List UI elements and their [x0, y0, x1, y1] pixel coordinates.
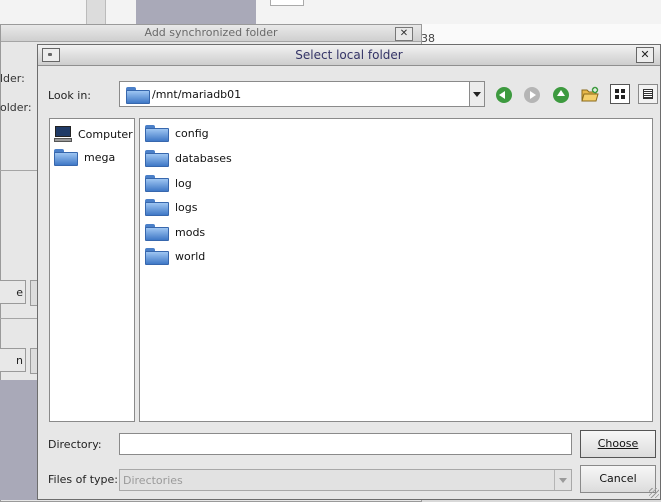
- folder-name: mods: [175, 225, 206, 239]
- window-menu-icon[interactable]: [42, 48, 60, 62]
- background-divider: [0, 318, 38, 319]
- list-view-button[interactable]: [638, 84, 658, 104]
- cancel-button[interactable]: Cancel: [580, 465, 656, 493]
- folder-icon: [54, 148, 78, 166]
- folder-name: config: [175, 126, 209, 140]
- folder-icon: [145, 223, 169, 241]
- forward-arrow-icon[interactable]: [524, 87, 540, 103]
- background-button-fragment[interactable]: e: [0, 280, 26, 304]
- background-window-right: 038: [414, 24, 661, 45]
- folder-icon: [145, 247, 169, 265]
- list-item[interactable]: world: [145, 246, 205, 266]
- look-in-label: Look in:: [48, 89, 91, 102]
- background-button: [270, 0, 304, 6]
- background-strip: [86, 0, 106, 26]
- folder-list: config databases log logs mods world: [139, 118, 653, 422]
- chevron-down-icon: [554, 470, 571, 490]
- files-of-type-label: Files of type:: [48, 473, 119, 486]
- folder-name: logs: [175, 200, 198, 214]
- folder-icon: [126, 86, 150, 104]
- list-item[interactable]: databases: [145, 148, 232, 168]
- new-folder-icon[interactable]: [581, 86, 599, 103]
- look-in-combobox[interactable]: /mnt/mariadb01: [119, 81, 485, 107]
- resize-grip-icon[interactable]: [649, 488, 659, 498]
- parent-folder-up-icon[interactable]: [553, 87, 569, 103]
- chevron-down-icon[interactable]: [469, 82, 484, 106]
- files-of-type-select[interactable]: Directories: [119, 469, 572, 491]
- folder-icon: [145, 174, 169, 192]
- list-item[interactable]: config: [145, 123, 209, 143]
- back-arrow-icon[interactable]: [496, 87, 512, 103]
- place-item-computer[interactable]: Computer: [54, 124, 133, 144]
- list-item[interactable]: log: [145, 173, 192, 193]
- current-path: /mnt/mariadb01: [152, 88, 242, 101]
- folder-icon: [145, 124, 169, 142]
- list-item[interactable]: mods: [145, 222, 205, 242]
- background-button-fragment[interactable]: n: [0, 348, 26, 372]
- dialog-close-button[interactable]: ✕: [636, 47, 654, 63]
- background-label-fragment: lder:: [0, 72, 25, 85]
- folder-icon: [145, 149, 169, 167]
- dialog-title: Select local folder: [38, 45, 660, 66]
- folder-name: databases: [175, 151, 232, 165]
- background-divider: [0, 170, 38, 171]
- files-of-type-value: Directories: [123, 474, 183, 487]
- place-label: mega: [84, 150, 116, 164]
- place-item-mega[interactable]: mega: [54, 147, 115, 167]
- folder-name: world: [175, 249, 206, 263]
- background-strip-blue: [136, 0, 256, 26]
- folder-icon: [145, 198, 169, 216]
- add-window-close-button[interactable]: ✕: [395, 27, 413, 41]
- choose-button-label: Choose: [597, 437, 639, 450]
- place-label: Computer: [78, 127, 133, 141]
- places-sidebar: Computer mega: [49, 118, 135, 422]
- background-desktop: [0, 380, 38, 500]
- computer-icon: [54, 126, 72, 142]
- directory-label: Directory:: [48, 438, 102, 451]
- choose-button[interactable]: Choose: [580, 430, 656, 458]
- directory-input[interactable]: [119, 433, 572, 455]
- select-local-folder-dialog: Select local folder ✕ Look in: /mnt/mari…: [37, 44, 661, 500]
- list-item[interactable]: logs: [145, 197, 198, 217]
- add-window-title: Add synchronized folder: [1, 25, 421, 42]
- background-label-fragment: older:: [0, 101, 32, 114]
- icon-view-button[interactable]: [610, 84, 630, 104]
- folder-name: log: [175, 176, 192, 190]
